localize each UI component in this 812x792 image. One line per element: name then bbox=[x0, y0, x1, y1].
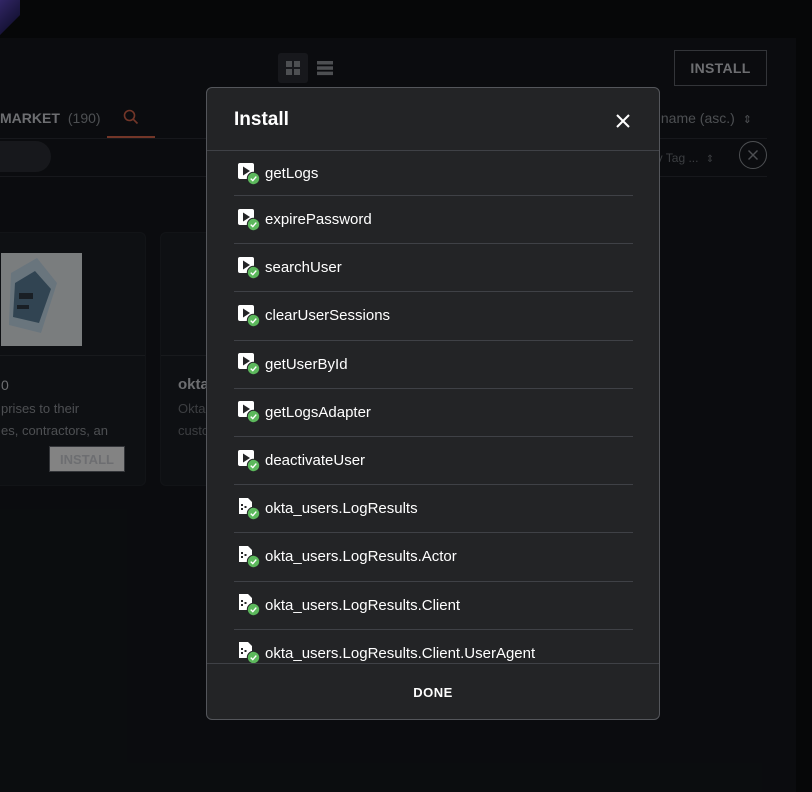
playbook-installed-icon bbox=[237, 162, 261, 186]
playbook-installed-icon bbox=[237, 208, 261, 232]
installed-items-list[interactable]: getLogs expirePassword searchUser clearUser… bbox=[234, 152, 633, 663]
modal-title: Install bbox=[234, 109, 289, 130]
datatype-installed-icon bbox=[237, 593, 261, 617]
list-item-label: searchUser bbox=[265, 259, 342, 277]
playbook-installed-icon bbox=[237, 400, 261, 424]
list-item: getLogs bbox=[234, 152, 633, 196]
modal-footer: DONE bbox=[207, 663, 659, 719]
modal-header: Install bbox=[207, 88, 659, 151]
datatype-installed-icon bbox=[237, 641, 261, 663]
list-item-label: expirePassword bbox=[265, 211, 372, 229]
list-item-label: okta_users.LogResults.Client bbox=[265, 596, 461, 614]
list-item-label: okta_users.LogResults.Client.UserAgent bbox=[265, 644, 536, 662]
list-item: okta_users.LogResults.Actor bbox=[234, 533, 633, 582]
list-item: getUserById bbox=[234, 341, 633, 389]
playbook-installed-icon bbox=[237, 256, 261, 280]
list-item: expirePassword bbox=[234, 196, 633, 245]
list-item: clearUserSessions bbox=[234, 292, 633, 341]
done-button[interactable]: DONE bbox=[397, 677, 469, 708]
list-item-label: deactivateUser bbox=[265, 452, 366, 470]
list-item-label: getUserById bbox=[265, 355, 348, 373]
list-item-label: okta_users.LogResults bbox=[265, 500, 418, 518]
list-item: okta_users.LogResults bbox=[234, 485, 633, 534]
list-item: searchUser bbox=[234, 244, 633, 293]
list-item: okta_users.LogResults.Client.UserAgent bbox=[234, 630, 633, 663]
list-item-label: okta_users.LogResults.Actor bbox=[265, 548, 457, 566]
list-item-label: clearUserSessions bbox=[265, 307, 391, 325]
datatype-installed-icon bbox=[237, 497, 261, 521]
modal-close-button[interactable] bbox=[611, 109, 635, 133]
list-item-label: getLogs bbox=[265, 165, 319, 182]
playbook-installed-icon bbox=[237, 449, 261, 473]
list-item-label: getLogsAdapter bbox=[265, 403, 371, 421]
close-icon bbox=[616, 114, 630, 128]
list-item: getLogsAdapter bbox=[234, 389, 633, 437]
list-item: deactivateUser bbox=[234, 437, 633, 486]
playbook-installed-icon bbox=[237, 304, 261, 328]
playbook-installed-icon bbox=[237, 352, 261, 376]
datatype-installed-icon bbox=[237, 545, 261, 569]
list-item: okta_users.LogResults.Client bbox=[234, 582, 633, 630]
install-modal: Install getLogs expirePassword searchUser c… bbox=[206, 87, 660, 720]
